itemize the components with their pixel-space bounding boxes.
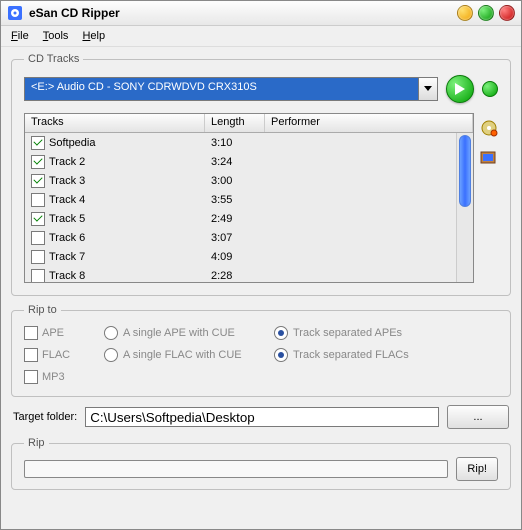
track-length: 3:00 xyxy=(205,175,265,187)
track-checkbox[interactable] xyxy=(31,155,45,169)
scrollbar-thumb[interactable] xyxy=(459,135,471,207)
titlebar: eSan CD Ripper xyxy=(1,1,521,26)
target-folder-label: Target folder: xyxy=(13,411,77,423)
rip-progress xyxy=(24,460,448,478)
minimize-button[interactable] xyxy=(457,5,473,21)
menu-help[interactable]: Help xyxy=(76,28,111,44)
close-button[interactable] xyxy=(499,5,515,21)
ape-single-label: A single APE with CUE xyxy=(123,327,235,339)
flac-checkbox[interactable] xyxy=(24,348,38,362)
track-list[interactable]: Tracks Length Performer Softpedia 3:10 Tra… xyxy=(24,113,474,283)
track-length: 3:07 xyxy=(205,232,265,244)
cd-tracks-group: CD Tracks <E:> Audio CD - SONY CDRWDVD C… xyxy=(11,53,511,296)
flac-sep-label: Track separated FLACs xyxy=(293,349,409,361)
drive-combo-value: <E:> Audio CD - SONY CDRWDVD CRX310S xyxy=(25,78,418,100)
table-row[interactable]: Track 8 2:28 xyxy=(25,266,473,282)
track-name: Track 8 xyxy=(49,270,85,282)
menubar: File Tools Help xyxy=(1,26,521,47)
ape-checkbox[interactable] xyxy=(24,326,38,340)
track-name: Track 5 xyxy=(49,213,85,225)
target-folder-input[interactable] xyxy=(85,407,439,427)
track-name: Softpedia xyxy=(49,137,95,149)
drive-combo[interactable]: <E:> Audio CD - SONY CDRWDVD CRX310S xyxy=(24,77,438,101)
table-row[interactable]: Track 5 2:49 xyxy=(25,209,473,228)
track-name: Track 4 xyxy=(49,194,85,206)
app-window: eSan CD Ripper File Tools Help CD Tracks… xyxy=(0,0,522,530)
drive-combo-arrow[interactable] xyxy=(418,78,437,100)
table-row[interactable]: Track 6 3:07 xyxy=(25,228,473,247)
menu-tools[interactable]: Tools xyxy=(37,28,75,44)
track-checkbox[interactable] xyxy=(31,269,45,283)
track-length: 3:24 xyxy=(205,156,265,168)
ape-sep-label: Track separated APEs xyxy=(293,327,402,339)
rip-group: Rip Rip! xyxy=(11,437,511,490)
flac-sep-radio[interactable] xyxy=(274,348,288,362)
rip-to-group: Rip to APE A single APE with CUE Track s… xyxy=(11,304,511,397)
track-checkbox[interactable] xyxy=(31,231,45,245)
table-row[interactable]: Track 4 3:55 xyxy=(25,190,473,209)
track-length: 3:55 xyxy=(205,194,265,206)
column-tracks[interactable]: Tracks xyxy=(25,114,205,132)
target-folder-row: Target folder: ... xyxy=(11,405,511,429)
rip-legend: Rip xyxy=(24,437,49,449)
track-name: Track 3 xyxy=(49,175,85,187)
flac-single-radio[interactable] xyxy=(104,348,118,362)
rip-to-legend: Rip to xyxy=(24,304,61,316)
rip-button[interactable]: Rip! xyxy=(456,457,498,481)
ape-single-radio[interactable] xyxy=(104,326,118,340)
play-button[interactable] xyxy=(446,75,474,103)
track-name: Track 2 xyxy=(49,156,85,168)
app-icon xyxy=(7,5,23,21)
table-row[interactable]: Track 7 4:09 xyxy=(25,247,473,266)
ape-sep-radio[interactable] xyxy=(274,326,288,340)
table-row[interactable]: Track 2 3:24 xyxy=(25,152,473,171)
track-length: 3:10 xyxy=(205,137,265,149)
maximize-button[interactable] xyxy=(478,5,494,21)
track-name: Track 7 xyxy=(49,251,85,263)
track-checkbox[interactable] xyxy=(31,212,45,226)
track-length: 2:28 xyxy=(205,270,265,282)
table-row[interactable]: Track 3 3:00 xyxy=(25,171,473,190)
track-checkbox[interactable] xyxy=(31,193,45,207)
track-checkbox[interactable] xyxy=(31,250,45,264)
app-title: eSan CD Ripper xyxy=(29,6,457,20)
column-length[interactable]: Length xyxy=(205,114,265,132)
flac-label: FLAC xyxy=(42,349,70,361)
track-checkbox[interactable] xyxy=(31,174,45,188)
cddb-icon[interactable] xyxy=(480,119,498,137)
mp3-label: MP3 xyxy=(42,371,65,383)
track-scrollbar[interactable] xyxy=(456,133,473,282)
ape-label: APE xyxy=(42,327,64,339)
column-performer[interactable]: Performer xyxy=(265,114,473,132)
flac-single-label: A single FLAC with CUE xyxy=(123,349,242,361)
track-length: 4:09 xyxy=(205,251,265,263)
track-name: Track 6 xyxy=(49,232,85,244)
stop-button[interactable] xyxy=(482,81,498,97)
browse-button[interactable]: ... xyxy=(447,405,509,429)
settings-icon[interactable] xyxy=(480,149,498,167)
track-checkbox[interactable] xyxy=(31,136,45,150)
cd-tracks-legend: CD Tracks xyxy=(24,53,83,65)
table-row[interactable]: Softpedia 3:10 xyxy=(25,133,473,152)
track-length: 2:49 xyxy=(205,213,265,225)
menu-file[interactable]: File xyxy=(5,28,35,44)
mp3-checkbox[interactable] xyxy=(24,370,38,384)
